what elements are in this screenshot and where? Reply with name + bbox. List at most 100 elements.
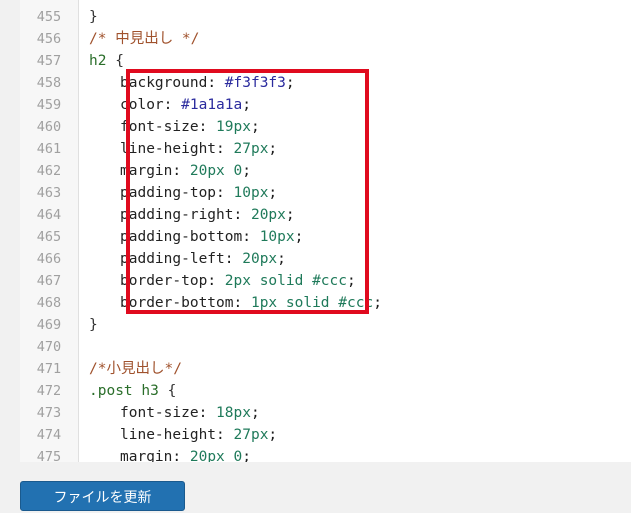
code-comment: /* 中見出し */ bbox=[89, 31, 200, 47]
line-number: 460 bbox=[36, 119, 62, 135]
code-punctuation: } bbox=[89, 317, 98, 333]
css-value: 2px solid #ccc bbox=[224, 273, 347, 289]
line-number: 463 bbox=[36, 185, 62, 201]
line-number: 469 bbox=[36, 317, 62, 333]
code-text: font-size: 19px; bbox=[120, 119, 260, 135]
css-property: padding-left bbox=[120, 251, 225, 267]
code-line: 462 margin: 20px 0; bbox=[20, 160, 631, 182]
css-value: 20px 0 bbox=[189, 163, 243, 179]
css-property: border-bottom bbox=[120, 295, 234, 311]
line-number: 466 bbox=[36, 251, 62, 267]
line-number: 456 bbox=[36, 31, 62, 47]
code-text: padding-top: 10px; bbox=[120, 185, 278, 201]
css-selector: .post h3 bbox=[89, 383, 159, 399]
code-line: 465 padding-bottom: 10px; bbox=[20, 226, 631, 248]
line-number: 461 bbox=[36, 141, 62, 157]
code-text: padding-right: 20px; bbox=[120, 207, 295, 223]
code-text: /* 中見出し */ bbox=[89, 28, 199, 50]
code-text: margin: 20px 0; bbox=[120, 446, 251, 462]
code-line: 466 padding-left: 20px; bbox=[20, 248, 631, 270]
line-number: 475 bbox=[36, 449, 62, 462]
line-number: 467 bbox=[36, 273, 62, 289]
code-text: /*小見出し*/ bbox=[89, 358, 182, 380]
css-value: 18px bbox=[216, 405, 251, 421]
css-property: background bbox=[120, 75, 208, 91]
code-punctuation: { bbox=[106, 53, 124, 69]
css-property: margin bbox=[120, 449, 173, 462]
css-property: border-top bbox=[120, 273, 208, 289]
css-value: 27px bbox=[233, 141, 269, 157]
line-number: 473 bbox=[36, 405, 62, 421]
code-comment: /*小見出し*/ bbox=[89, 361, 182, 377]
code-line: 458 background: #f3f3f3; bbox=[20, 72, 631, 94]
code-line: 459 color: #1a1a1a; bbox=[20, 94, 631, 116]
css-value: 10px bbox=[259, 229, 295, 245]
line-number: 470 bbox=[36, 339, 62, 355]
css-value: 1px solid #ccc bbox=[250, 295, 374, 311]
code-text: padding-bottom: 10px; bbox=[120, 229, 304, 245]
css-value: 20px 0 bbox=[189, 449, 243, 462]
css-property: padding-top bbox=[120, 185, 217, 201]
line-number: 455 bbox=[36, 9, 62, 25]
line-number: 464 bbox=[36, 207, 62, 223]
css-value: 27px bbox=[233, 427, 269, 443]
code-line: 471 /*小見出し*/ bbox=[20, 358, 631, 380]
code-line: 470 bbox=[20, 336, 631, 358]
code-text: .post h3 { bbox=[89, 380, 176, 402]
code-text: line-height: 27px; bbox=[120, 141, 278, 157]
update-file-button[interactable]: ファイルを更新 bbox=[20, 481, 185, 511]
code-text: padding-left: 20px; bbox=[120, 251, 286, 267]
css-property: line-height bbox=[120, 427, 217, 443]
line-number: 474 bbox=[36, 427, 62, 443]
code-text: border-bottom: 1px solid #ccc; bbox=[120, 295, 382, 311]
css-property: padding-right bbox=[120, 207, 234, 223]
code-line: 475 margin: 20px 0; bbox=[20, 446, 631, 462]
code-text: margin: 20px 0; bbox=[120, 163, 251, 179]
code-line: 464 padding-right: 20px; bbox=[20, 204, 631, 226]
css-selector: h2 bbox=[89, 53, 107, 69]
code-punctuation: { bbox=[158, 383, 177, 399]
css-value: 19px bbox=[216, 119, 251, 135]
line-number: 458 bbox=[36, 75, 62, 91]
line-number: 457 bbox=[36, 53, 62, 69]
code-line: 474 line-height: 27px; bbox=[20, 424, 631, 446]
code-punctuation: } bbox=[89, 9, 98, 25]
code-line: 463 padding-top: 10px; bbox=[20, 182, 631, 204]
css-property: font-size bbox=[120, 405, 199, 421]
css-property: padding-bottom bbox=[120, 229, 243, 245]
css-value: 20px bbox=[250, 207, 286, 223]
code-text: line-height: 27px; bbox=[120, 427, 278, 443]
line-number: 471 bbox=[36, 361, 62, 377]
code-line: 455} bbox=[20, 6, 631, 28]
line-number: 472 bbox=[36, 383, 62, 399]
code-line: 467 border-top: 2px solid #ccc; bbox=[20, 270, 631, 292]
code-line: 473 font-size: 18px; bbox=[20, 402, 631, 424]
css-property: color bbox=[120, 97, 164, 113]
code-line: 456 /* 中見出し */ bbox=[20, 28, 631, 50]
css-value: 10px bbox=[233, 185, 269, 201]
css-property: font-size bbox=[120, 119, 199, 135]
code-text: color: #1a1a1a; bbox=[120, 97, 251, 113]
code-line: 469} bbox=[20, 314, 631, 336]
line-number: 462 bbox=[36, 163, 62, 179]
css-property: margin bbox=[120, 163, 173, 179]
code-text: } bbox=[89, 314, 98, 336]
code-text: font-size: 18px; bbox=[120, 405, 260, 421]
code-text: background: #f3f3f3; bbox=[120, 75, 295, 91]
line-number: 459 bbox=[36, 97, 62, 113]
line-number: 465 bbox=[36, 229, 62, 245]
code-text: } bbox=[89, 6, 98, 28]
line-number: 468 bbox=[36, 295, 62, 311]
code-line: 472 .post h3 { bbox=[20, 380, 631, 402]
code-text: border-top: 2px solid #ccc; bbox=[120, 273, 356, 289]
code-line: 468 border-bottom: 1px solid #ccc; bbox=[20, 292, 631, 314]
css-value: 20px bbox=[242, 251, 278, 267]
code-line: 460 font-size: 19px; bbox=[20, 116, 631, 138]
css-property: line-height bbox=[120, 141, 217, 157]
code-text: h2 { bbox=[89, 50, 124, 72]
code-line: 461 line-height: 27px; bbox=[20, 138, 631, 160]
code-editor[interactable]: 455} 456/* 中見出し */457 h2 {458 background: #… bbox=[20, 0, 631, 462]
code-line: 457 h2 { bbox=[20, 50, 631, 72]
css-value: #1a1a1a bbox=[181, 97, 243, 113]
css-value: #f3f3f3 bbox=[224, 75, 286, 91]
